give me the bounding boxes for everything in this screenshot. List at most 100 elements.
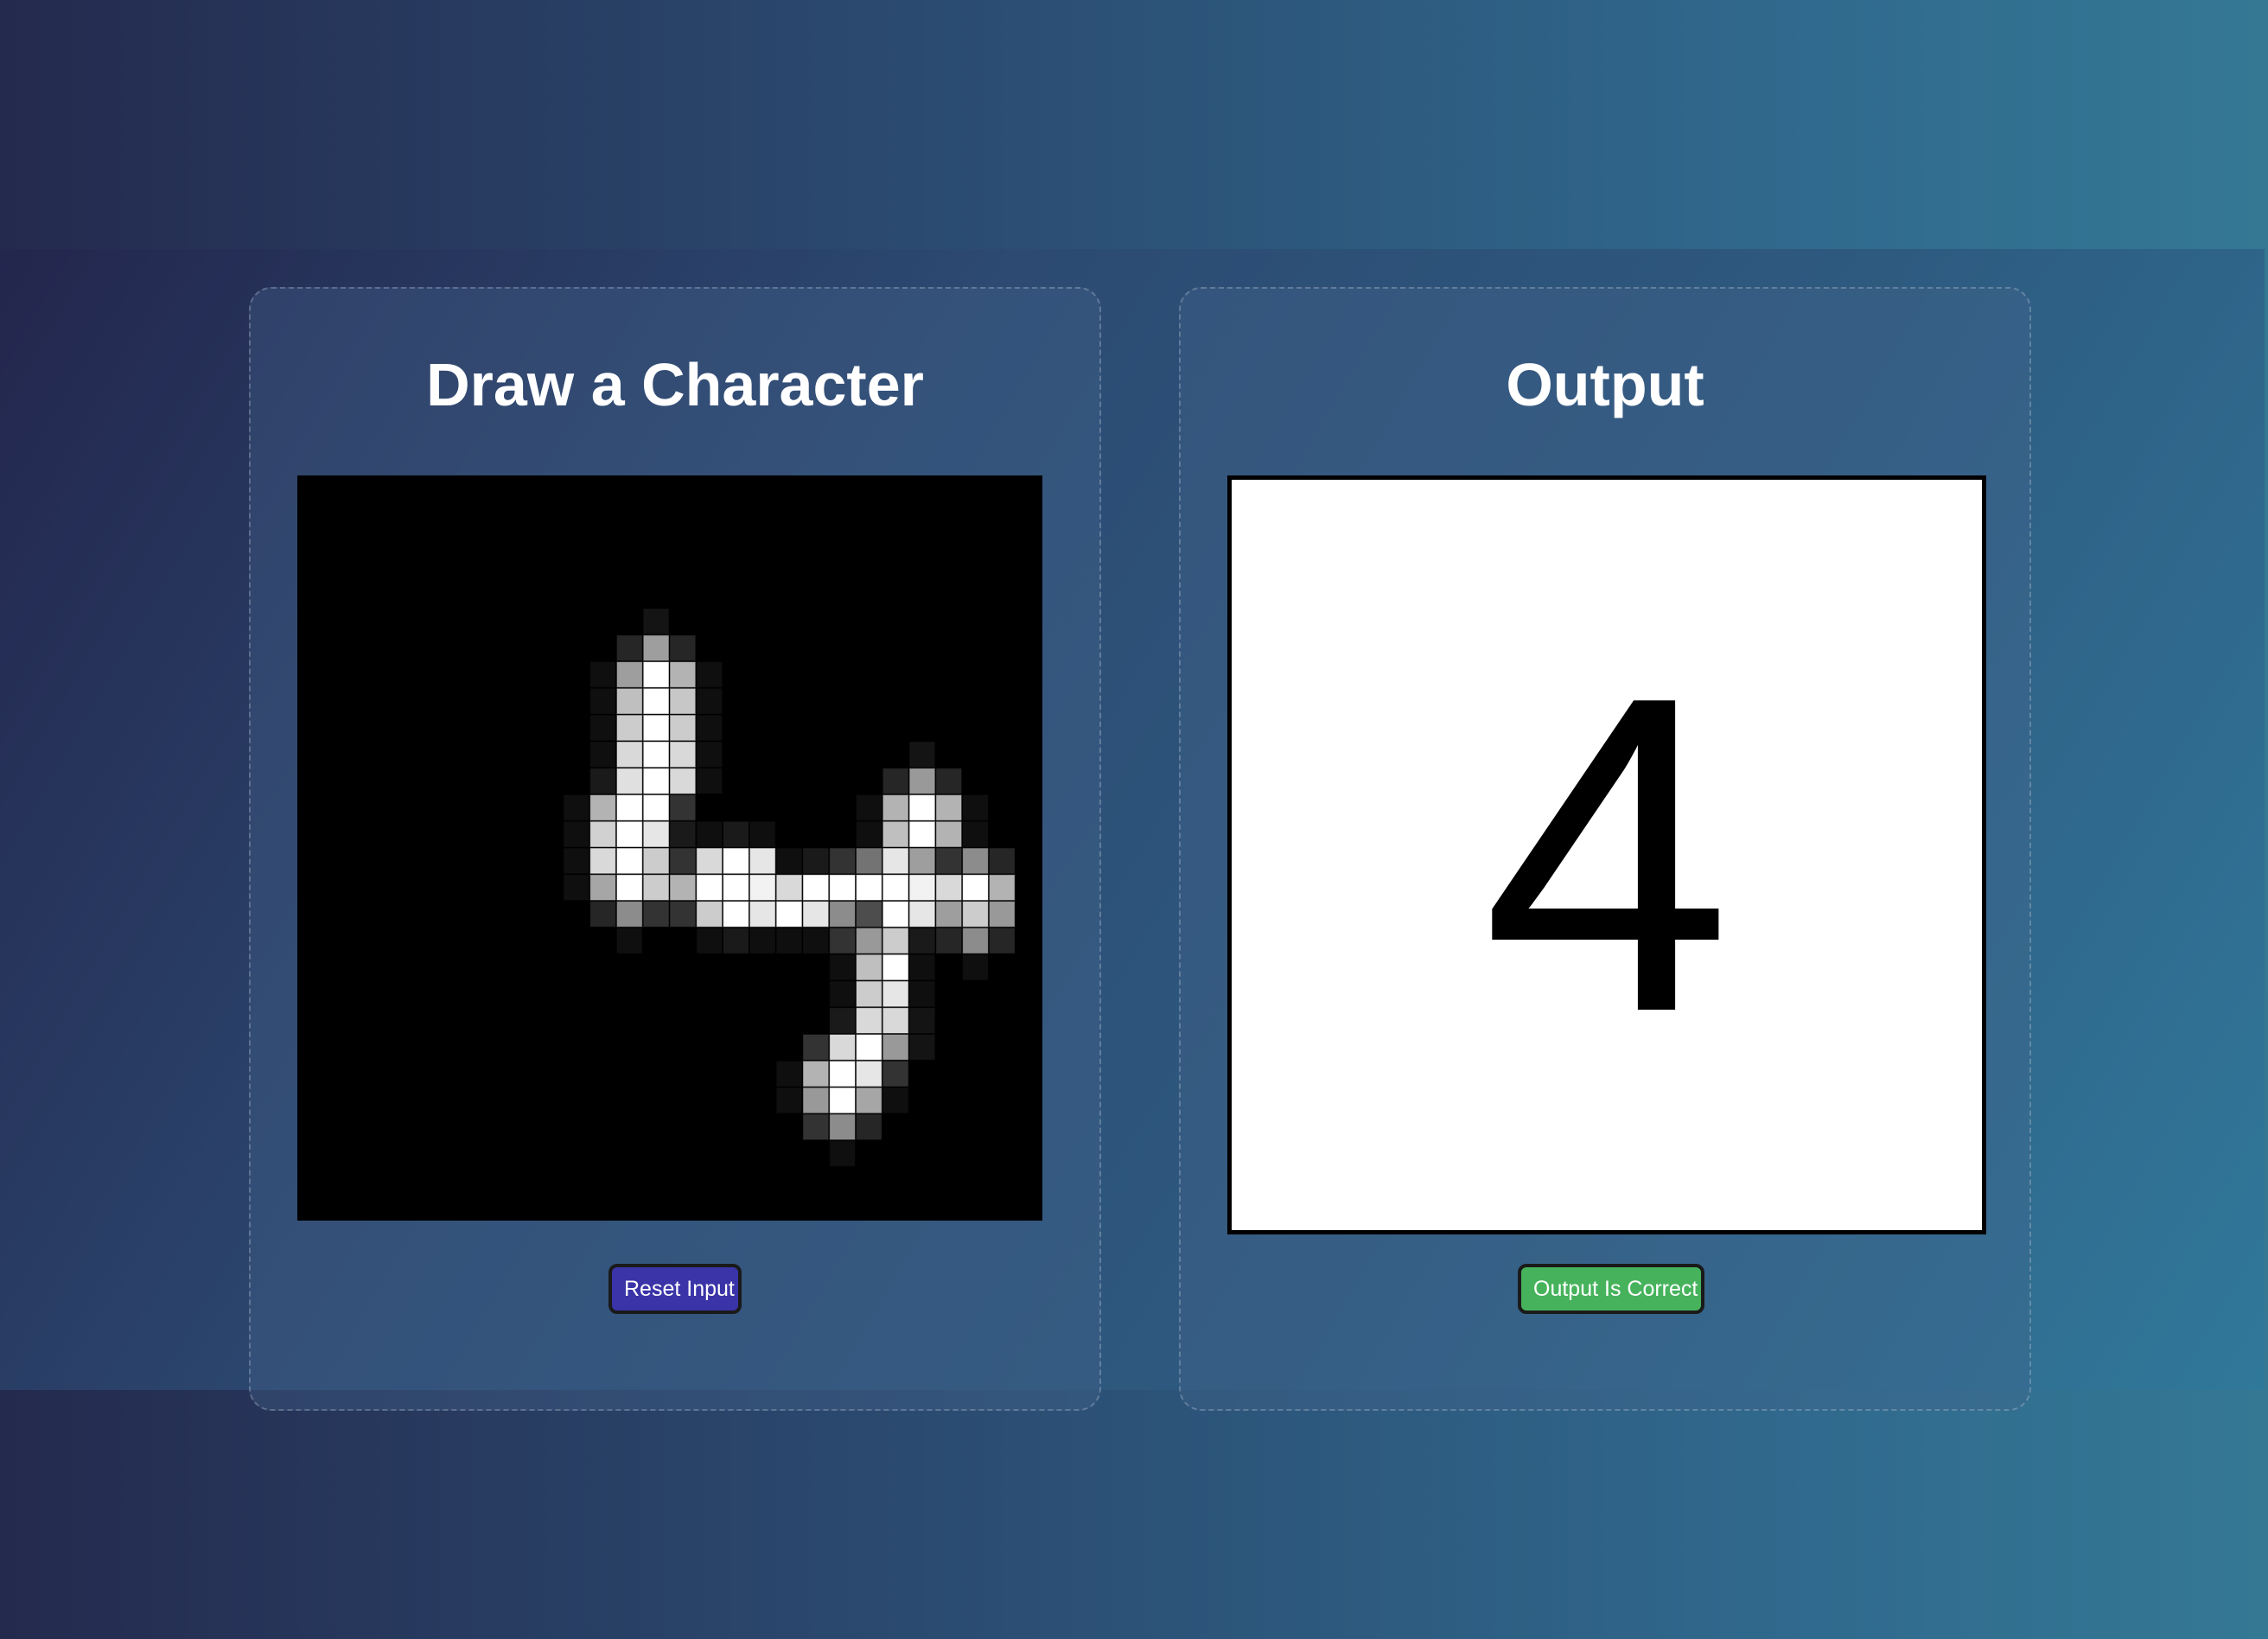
grid-pixel[interactable] xyxy=(589,794,616,821)
grid-pixel[interactable] xyxy=(829,1034,857,1061)
grid-pixel[interactable] xyxy=(696,927,723,954)
grid-pixel[interactable] xyxy=(908,1034,936,1061)
grid-pixel[interactable] xyxy=(669,874,697,902)
grid-pixel[interactable] xyxy=(749,820,776,848)
grid-pixel[interactable] xyxy=(749,847,776,875)
grid-pixel[interactable] xyxy=(908,847,936,875)
grid-pixel[interactable] xyxy=(802,1113,830,1141)
grid-pixel[interactable] xyxy=(856,901,882,928)
grid-pixel[interactable] xyxy=(669,635,697,662)
grid-pixel[interactable] xyxy=(882,980,909,1008)
grid-pixel[interactable] xyxy=(589,741,616,768)
grid-pixel[interactable] xyxy=(935,874,963,902)
grid-pixel[interactable] xyxy=(696,714,723,742)
output-is-correct-button[interactable]: Output Is Correct xyxy=(1518,1264,1704,1314)
grid-pixel[interactable] xyxy=(723,847,749,875)
grid-pixel[interactable] xyxy=(642,741,670,768)
grid-pixel[interactable] xyxy=(829,927,857,954)
grid-pixel[interactable] xyxy=(589,901,616,928)
grid-pixel[interactable] xyxy=(642,714,670,742)
grid-pixel[interactable] xyxy=(802,901,830,928)
grid-pixel[interactable] xyxy=(829,874,857,902)
reset-input-button[interactable]: Reset Input xyxy=(608,1264,742,1314)
grid-pixel[interactable] xyxy=(642,687,670,715)
grid-pixel[interactable] xyxy=(802,927,830,954)
grid-pixel[interactable] xyxy=(829,1140,857,1167)
grid-pixel[interactable] xyxy=(669,687,697,715)
grid-pixel[interactable] xyxy=(856,1007,882,1035)
grid-pixel[interactable] xyxy=(882,927,909,954)
grid-pixel[interactable] xyxy=(642,661,670,688)
grid-pixel[interactable] xyxy=(615,687,643,715)
grid-pixel[interactable] xyxy=(856,1060,882,1087)
grid-pixel[interactable] xyxy=(775,874,803,902)
grid-pixel[interactable] xyxy=(669,741,697,768)
grid-pixel[interactable] xyxy=(589,687,616,715)
grid-pixel[interactable] xyxy=(642,635,670,662)
grid-pixel[interactable] xyxy=(723,820,749,848)
grid-pixel[interactable] xyxy=(563,847,590,875)
grid-pixel[interactable] xyxy=(856,1087,882,1114)
grid-pixel[interactable] xyxy=(669,820,697,848)
grid-pixel[interactable] xyxy=(962,874,989,902)
grid-pixel[interactable] xyxy=(589,820,616,848)
grid-pixel[interactable] xyxy=(882,1087,909,1114)
grid-pixel[interactable] xyxy=(829,847,857,875)
grid-pixel[interactable] xyxy=(696,768,723,794)
grid-pixel[interactable] xyxy=(669,768,697,794)
grid-pixel[interactable] xyxy=(908,980,936,1008)
grid-pixel[interactable] xyxy=(696,901,723,928)
grid-pixel[interactable] xyxy=(802,1034,830,1061)
grid-pixel[interactable] xyxy=(802,874,830,902)
grid-pixel[interactable] xyxy=(829,1060,857,1087)
grid-pixel[interactable] xyxy=(908,874,936,902)
grid-pixel[interactable] xyxy=(749,901,776,928)
grid-pixel[interactable] xyxy=(908,1007,936,1035)
grid-pixel[interactable] xyxy=(908,927,936,954)
grid-pixel[interactable] xyxy=(908,953,936,981)
grid-pixel[interactable] xyxy=(642,847,670,875)
grid-pixel[interactable] xyxy=(723,927,749,954)
grid-pixel[interactable] xyxy=(723,874,749,902)
grid-pixel[interactable] xyxy=(589,661,616,688)
grid-pixel[interactable] xyxy=(642,794,670,821)
grid-pixel[interactable] xyxy=(856,820,882,848)
grid-pixel[interactable] xyxy=(775,847,803,875)
grid-pixel[interactable] xyxy=(962,901,989,928)
grid-pixel[interactable] xyxy=(615,820,643,848)
grid-pixel[interactable] xyxy=(856,1113,882,1141)
grid-pixel[interactable] xyxy=(882,847,909,875)
grid-pixel[interactable] xyxy=(696,874,723,902)
grid-pixel[interactable] xyxy=(908,768,936,794)
grid-pixel[interactable] xyxy=(962,794,989,821)
grid-pixel[interactable] xyxy=(856,953,882,981)
grid-pixel[interactable] xyxy=(882,953,909,981)
grid-pixel[interactable] xyxy=(829,1113,857,1141)
grid-pixel[interactable] xyxy=(908,901,936,928)
grid-pixel[interactable] xyxy=(615,927,643,954)
grid-pixel[interactable] xyxy=(642,820,670,848)
grid-pixel[interactable] xyxy=(615,714,643,742)
grid-pixel[interactable] xyxy=(829,1087,857,1114)
grid-pixel[interactable] xyxy=(589,847,616,875)
grid-pixel[interactable] xyxy=(642,874,670,902)
grid-pixel[interactable] xyxy=(589,768,616,794)
grid-pixel[interactable] xyxy=(882,1034,909,1061)
grid-pixel[interactable] xyxy=(589,714,616,742)
grid-pixel[interactable] xyxy=(589,874,616,902)
grid-pixel[interactable] xyxy=(696,820,723,848)
grid-pixel[interactable] xyxy=(935,794,963,821)
grid-pixel[interactable] xyxy=(615,741,643,768)
grid-pixel[interactable] xyxy=(563,874,590,902)
grid-pixel[interactable] xyxy=(882,768,909,794)
grid-pixel[interactable] xyxy=(563,820,590,848)
grid-pixel[interactable] xyxy=(775,927,803,954)
grid-pixel[interactable] xyxy=(856,794,882,821)
grid-pixel[interactable] xyxy=(908,741,936,768)
grid-pixel[interactable] xyxy=(908,794,936,821)
grid-pixel[interactable] xyxy=(615,635,643,662)
grid-pixel[interactable] xyxy=(882,901,909,928)
grid-pixel[interactable] xyxy=(935,820,963,848)
grid-pixel[interactable] xyxy=(723,901,749,928)
grid-pixel[interactable] xyxy=(615,874,643,902)
